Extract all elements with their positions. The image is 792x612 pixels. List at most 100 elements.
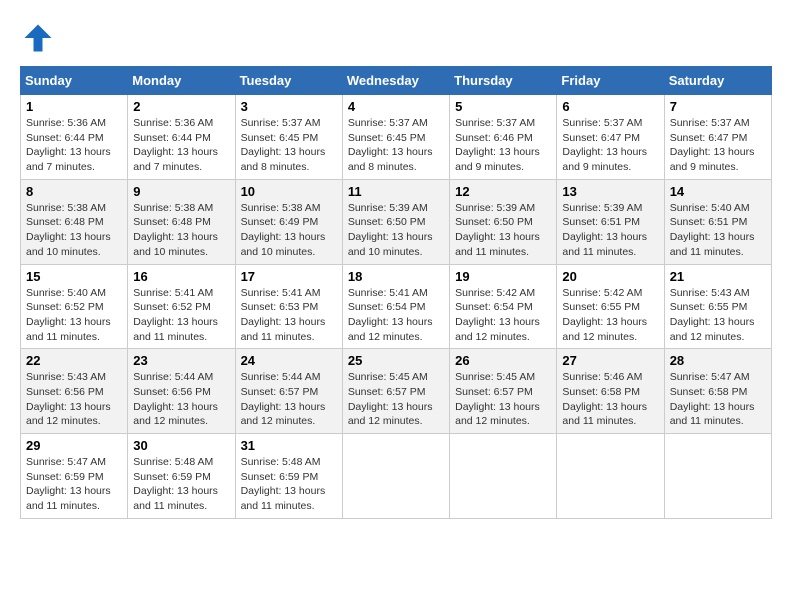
day-number: 9 bbox=[133, 184, 229, 199]
day-info: Sunrise: 5:46 AMSunset: 6:58 PMDaylight:… bbox=[562, 370, 658, 429]
table-row bbox=[450, 434, 557, 519]
day-info: Sunrise: 5:42 AMSunset: 6:55 PMDaylight:… bbox=[562, 286, 658, 345]
logo bbox=[20, 20, 62, 56]
table-row: 28 Sunrise: 5:47 AMSunset: 6:58 PMDayligh… bbox=[664, 349, 771, 434]
table-row: 9Sunrise: 5:38 AMSunset: 6:48 PMDaylight… bbox=[128, 179, 235, 264]
day-number: 30 bbox=[133, 438, 229, 453]
day-number: 27 bbox=[562, 353, 658, 368]
table-row: 29Sunrise: 5:47 AMSunset: 6:59 PMDayligh… bbox=[21, 434, 128, 519]
table-row: 15 Sunrise: 5:40 AMSunset: 6:52 PMDayligh… bbox=[21, 264, 128, 349]
table-row: 12 Sunrise: 5:39 AMSunset: 6:50 PMDayligh… bbox=[450, 179, 557, 264]
logo-icon bbox=[20, 20, 56, 56]
table-row: 2 Sunrise: 5:36 AMSunset: 6:44 PMDaylight… bbox=[128, 95, 235, 180]
day-number: 11 bbox=[348, 184, 444, 199]
day-number: 5 bbox=[455, 99, 551, 114]
day-number: 19 bbox=[455, 269, 551, 284]
calendar-header-row: SundayMondayTuesdayWednesdayThursdayFrid… bbox=[21, 67, 772, 95]
day-info: Sunrise: 5:39 AMSunset: 6:50 PMDaylight:… bbox=[348, 201, 444, 260]
table-row: 14 Sunrise: 5:40 AMSunset: 6:51 PMDayligh… bbox=[664, 179, 771, 264]
day-number: 20 bbox=[562, 269, 658, 284]
day-number: 6 bbox=[562, 99, 658, 114]
calendar-table: SundayMondayTuesdayWednesdayThursdayFrid… bbox=[20, 66, 772, 519]
day-number: 29 bbox=[26, 438, 122, 453]
day-number: 2 bbox=[133, 99, 229, 114]
day-number: 10 bbox=[241, 184, 337, 199]
day-info: Sunrise: 5:41 AMSunset: 6:52 PMDaylight:… bbox=[133, 286, 229, 345]
day-info: Sunrise: 5:43 AMSunset: 6:56 PMDaylight:… bbox=[26, 370, 122, 429]
day-info: Sunrise: 5:39 AMSunset: 6:51 PMDaylight:… bbox=[562, 201, 658, 260]
day-info: Sunrise: 5:40 AMSunset: 6:51 PMDaylight:… bbox=[670, 201, 766, 260]
table-row: 26Sunrise: 5:45 AMSunset: 6:57 PMDayligh… bbox=[450, 349, 557, 434]
table-row: 24Sunrise: 5:44 AMSunset: 6:57 PMDayligh… bbox=[235, 349, 342, 434]
table-row: 13 Sunrise: 5:39 AMSunset: 6:51 PMDayligh… bbox=[557, 179, 664, 264]
day-info: Sunrise: 5:41 AMSunset: 6:54 PMDaylight:… bbox=[348, 286, 444, 345]
table-row: 27 Sunrise: 5:46 AMSunset: 6:58 PMDayligh… bbox=[557, 349, 664, 434]
day-info: Sunrise: 5:48 AMSunset: 6:59 PMDaylight:… bbox=[241, 455, 337, 514]
day-number: 4 bbox=[348, 99, 444, 114]
day-number: 1 bbox=[26, 99, 122, 114]
header-monday: Monday bbox=[128, 67, 235, 95]
calendar-week-2: 8 Sunrise: 5:38 AMSunset: 6:48 PMDaylight… bbox=[21, 179, 772, 264]
table-row: 23Sunrise: 5:44 AMSunset: 6:56 PMDayligh… bbox=[128, 349, 235, 434]
calendar-week-1: 1 Sunrise: 5:36 AMSunset: 6:44 PMDaylight… bbox=[21, 95, 772, 180]
day-number: 14 bbox=[670, 184, 766, 199]
day-info: Sunrise: 5:44 AMSunset: 6:57 PMDaylight:… bbox=[241, 370, 337, 429]
page-header bbox=[20, 20, 772, 56]
day-number: 3 bbox=[241, 99, 337, 114]
day-info: Sunrise: 5:38 AMSunset: 6:49 PMDaylight:… bbox=[241, 201, 337, 260]
day-info: Sunrise: 5:37 AMSunset: 6:46 PMDaylight:… bbox=[455, 116, 551, 175]
day-info: Sunrise: 5:42 AMSunset: 6:54 PMDaylight:… bbox=[455, 286, 551, 345]
day-number: 31 bbox=[241, 438, 337, 453]
table-row: 1 Sunrise: 5:36 AMSunset: 6:44 PMDaylight… bbox=[21, 95, 128, 180]
header-saturday: Saturday bbox=[664, 67, 771, 95]
header-tuesday: Tuesday bbox=[235, 67, 342, 95]
day-info: Sunrise: 5:36 AMSunset: 6:44 PMDaylight:… bbox=[26, 116, 122, 175]
table-row: 16 Sunrise: 5:41 AMSunset: 6:52 PMDayligh… bbox=[128, 264, 235, 349]
day-number: 21 bbox=[670, 269, 766, 284]
day-info: Sunrise: 5:47 AMSunset: 6:58 PMDaylight:… bbox=[670, 370, 766, 429]
day-info: Sunrise: 5:39 AMSunset: 6:50 PMDaylight:… bbox=[455, 201, 551, 260]
day-info: Sunrise: 5:37 AMSunset: 6:47 PMDaylight:… bbox=[562, 116, 658, 175]
day-info: Sunrise: 5:38 AMSunset: 6:48 PMDaylight:… bbox=[26, 201, 122, 260]
header-sunday: Sunday bbox=[21, 67, 128, 95]
day-info: Sunrise: 5:36 AMSunset: 6:44 PMDaylight:… bbox=[133, 116, 229, 175]
calendar-week-3: 15 Sunrise: 5:40 AMSunset: 6:52 PMDayligh… bbox=[21, 264, 772, 349]
table-row: 11 Sunrise: 5:39 AMSunset: 6:50 PMDayligh… bbox=[342, 179, 449, 264]
day-number: 12 bbox=[455, 184, 551, 199]
table-row: 7Sunrise: 5:37 AMSunset: 6:47 PMDaylight… bbox=[664, 95, 771, 180]
day-number: 17 bbox=[241, 269, 337, 284]
day-number: 28 bbox=[670, 353, 766, 368]
table-row bbox=[557, 434, 664, 519]
day-info: Sunrise: 5:37 AMSunset: 6:45 PMDaylight:… bbox=[348, 116, 444, 175]
day-number: 25 bbox=[348, 353, 444, 368]
day-info: Sunrise: 5:45 AMSunset: 6:57 PMDaylight:… bbox=[348, 370, 444, 429]
table-row bbox=[664, 434, 771, 519]
table-row bbox=[342, 434, 449, 519]
day-info: Sunrise: 5:37 AMSunset: 6:47 PMDaylight:… bbox=[670, 116, 766, 175]
table-row: 5 Sunrise: 5:37 AMSunset: 6:46 PMDaylight… bbox=[450, 95, 557, 180]
table-row: 17Sunrise: 5:41 AMSunset: 6:53 PMDayligh… bbox=[235, 264, 342, 349]
day-info: Sunrise: 5:37 AMSunset: 6:45 PMDaylight:… bbox=[241, 116, 337, 175]
table-row: 20 Sunrise: 5:42 AMSunset: 6:55 PMDayligh… bbox=[557, 264, 664, 349]
table-row: 6 Sunrise: 5:37 AMSunset: 6:47 PMDaylight… bbox=[557, 95, 664, 180]
table-row: 8 Sunrise: 5:38 AMSunset: 6:48 PMDaylight… bbox=[21, 179, 128, 264]
table-row: 22 Sunrise: 5:43 AMSunset: 6:56 PMDayligh… bbox=[21, 349, 128, 434]
calendar-week-4: 22 Sunrise: 5:43 AMSunset: 6:56 PMDayligh… bbox=[21, 349, 772, 434]
header-friday: Friday bbox=[557, 67, 664, 95]
calendar-week-5: 29Sunrise: 5:47 AMSunset: 6:59 PMDayligh… bbox=[21, 434, 772, 519]
table-row: 3 Sunrise: 5:37 AMSunset: 6:45 PMDaylight… bbox=[235, 95, 342, 180]
day-info: Sunrise: 5:48 AMSunset: 6:59 PMDaylight:… bbox=[133, 455, 229, 514]
day-info: Sunrise: 5:40 AMSunset: 6:52 PMDaylight:… bbox=[26, 286, 122, 345]
day-number: 22 bbox=[26, 353, 122, 368]
day-number: 15 bbox=[26, 269, 122, 284]
table-row: 18 Sunrise: 5:41 AMSunset: 6:54 PMDayligh… bbox=[342, 264, 449, 349]
table-row: 31 Sunrise: 5:48 AMSunset: 6:59 PMDayligh… bbox=[235, 434, 342, 519]
table-row: 10 Sunrise: 5:38 AMSunset: 6:49 PMDayligh… bbox=[235, 179, 342, 264]
day-number: 16 bbox=[133, 269, 229, 284]
day-number: 13 bbox=[562, 184, 658, 199]
day-number: 18 bbox=[348, 269, 444, 284]
table-row: 25 Sunrise: 5:45 AMSunset: 6:57 PMDayligh… bbox=[342, 349, 449, 434]
header-wednesday: Wednesday bbox=[342, 67, 449, 95]
day-number: 8 bbox=[26, 184, 122, 199]
day-number: 26 bbox=[455, 353, 551, 368]
